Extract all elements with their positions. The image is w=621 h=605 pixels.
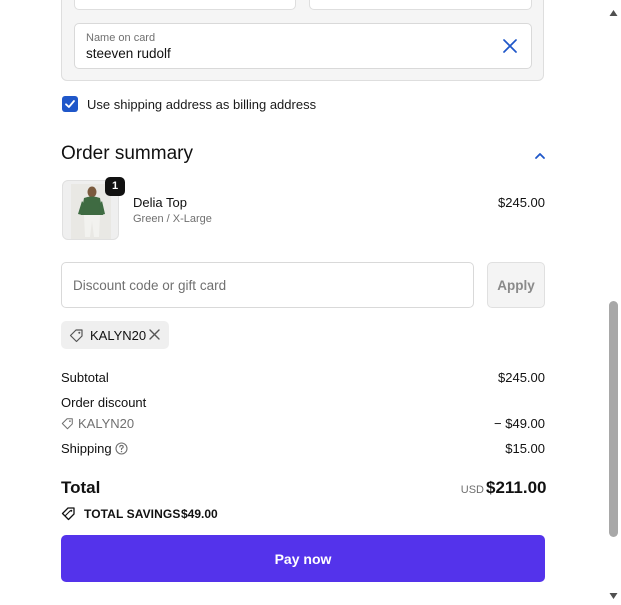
- applied-discount-code: KALYN20: [90, 328, 147, 343]
- order-discount-label: Order discount: [61, 395, 147, 410]
- discount-code-input[interactable]: [61, 262, 474, 308]
- currency-code: USD: [460, 484, 484, 496]
- scroll-up-arrow-icon[interactable]: [609, 4, 618, 22]
- applied-discount-chip: KALYN20: [61, 321, 169, 349]
- tag-icon: [69, 328, 84, 348]
- product-price: $245.00: [498, 195, 545, 210]
- pay-now-button[interactable]: Pay now: [61, 535, 545, 582]
- billing-checkbox[interactable]: [62, 96, 78, 112]
- subtotal-label: Subtotal: [61, 370, 109, 385]
- name-on-card-field[interactable]: Name on card steeven rudolf: [74, 23, 532, 69]
- card-field-top-left[interactable]: [74, 0, 296, 10]
- clear-icon[interactable]: [501, 37, 519, 55]
- name-on-card-value[interactable]: steeven rudolf: [86, 46, 171, 61]
- savings-tag-icon: [61, 506, 77, 526]
- total-label: Total: [61, 478, 101, 497]
- order-discount-value: − $49.00: [494, 416, 545, 431]
- order-summary-title: Order summary: [61, 143, 193, 164]
- product-name: Delia Top: [133, 195, 187, 210]
- total-savings-value: $49.00: [181, 507, 218, 521]
- help-icon[interactable]: [115, 442, 128, 460]
- apply-button[interactable]: Apply: [487, 262, 545, 308]
- scroll-down-arrow-icon[interactable]: [609, 587, 618, 605]
- shipping-label: Shipping: [61, 441, 112, 456]
- shipping-value: $15.00: [505, 441, 545, 456]
- scrollbar-thumb[interactable]: [609, 301, 618, 537]
- subtotal-value: $245.00: [498, 370, 545, 385]
- total-savings-label: TOTAL SAVINGS: [84, 507, 181, 521]
- card-field-top-right[interactable]: [309, 0, 532, 10]
- name-on-card-label: Name on card: [86, 32, 156, 44]
- remove-discount-icon[interactable]: [148, 328, 161, 346]
- billing-checkbox-label[interactable]: Use shipping address as billing address: [87, 97, 316, 112]
- chevron-up-icon[interactable]: [534, 148, 546, 166]
- order-discount-code: KALYN20: [78, 416, 135, 431]
- discount-tag-icon: [61, 417, 74, 435]
- product-variant: Green / X-Large: [133, 213, 212, 225]
- check-icon: [65, 100, 75, 108]
- total-value: $211.00: [486, 478, 547, 497]
- quantity-badge: 1: [105, 177, 125, 196]
